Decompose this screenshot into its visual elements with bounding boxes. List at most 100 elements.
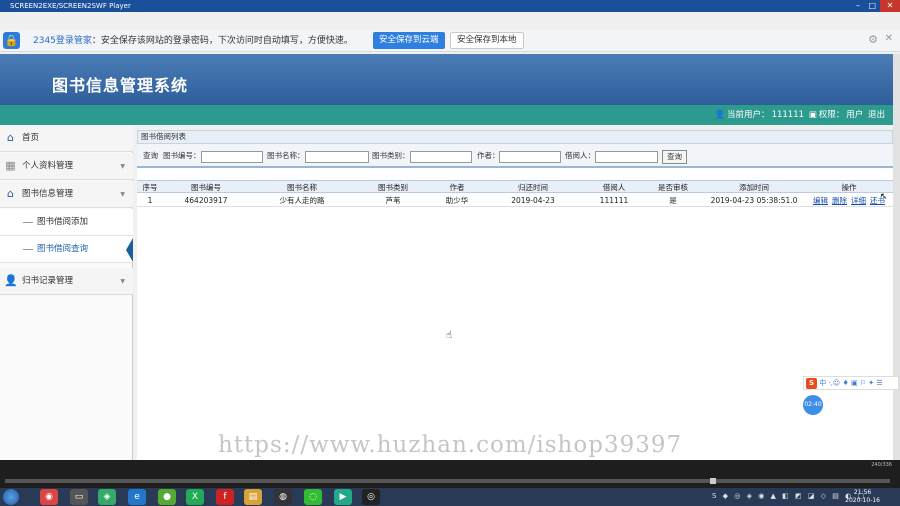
current-user-label: 当前用户： (727, 110, 770, 120)
ime-tool-icons[interactable]: ·,☺ ♦ ▣ ⚐ ✦ ☰ (828, 379, 882, 387)
active-indicator (126, 238, 133, 262)
column-header: 是否审核 (658, 183, 688, 192)
cell-audited: 是 (669, 196, 677, 205)
chevron-down-icon: ▼ (120, 191, 125, 198)
watermark: https://www.huzhan.com/ishop39397 (218, 432, 683, 458)
sidebar-item-borrow-query[interactable]: 图书借阅查询 (0, 236, 133, 263)
app-title: 图书信息管理系统 (52, 76, 189, 95)
player-controls: 240/336 (0, 460, 900, 488)
user-info-bar: 👤 当前用户： 111111 ▣ 权限： 用户 退出 (0, 105, 893, 125)
system-tray[interactable]: S ◆ ◎ ◈ ◉ ▲ ◧ ◩ ◪ ◇ ▤ ◐ ▢ (712, 492, 866, 500)
home-icon: ⌂ (7, 187, 14, 200)
borrower-label: 借阅人： (565, 151, 595, 160)
current-user: 111111 (771, 110, 805, 120)
sidebar-item-book-info[interactable]: ⌂ 图书信息管理 ▼ (0, 181, 133, 208)
role-label: 权限： (818, 110, 845, 120)
cell-actions: 编辑 删除 详细 还书 (807, 194, 891, 207)
page-scrollbar[interactable] (893, 54, 900, 460)
sogou-icon: S (806, 378, 817, 389)
save-to-local-button[interactable]: 安全保存到本地 (450, 32, 524, 49)
cell-return-time: 2019-04-23 (511, 196, 555, 205)
cell-added-time: 2019-04-23 05:38:51.0 (710, 196, 798, 205)
sidebar-item-personal[interactable]: ▦ 个人资料管理 ▼ (0, 153, 133, 180)
folder-icon[interactable]: ▤ (244, 489, 262, 505)
ime-mode[interactable]: 中 (819, 379, 826, 387)
save-to-cloud-button[interactable]: 安全保存到云端 (373, 32, 445, 49)
windows-taskbar: ◉ ▭ ◈ e ● X f ▤ ◍ ◌ ▶ ◎ S ◆ ◎ ◈ ◉ ▲ ◧ ◩ … (0, 488, 900, 506)
logout-link[interactable]: 退出 (868, 110, 885, 120)
book-no-label: 图书编号： (163, 151, 201, 160)
excel-icon[interactable]: X (186, 489, 204, 505)
user-icon: 👤 (4, 274, 18, 287)
qq-icon[interactable]: ◍ (274, 489, 292, 505)
minimize-button[interactable]: – (856, 0, 860, 12)
start-button[interactable] (3, 489, 19, 505)
search-button[interactable]: 查询 (662, 150, 687, 164)
cell-book-type: 芦苇 (385, 196, 401, 205)
chrome-icon[interactable]: ◉ (40, 489, 58, 505)
main-content: 图书借阅列表 查询 图书编号： 图书名称： 图书类别： 作者： 借阅人： 查询 … (137, 130, 893, 460)
borrower-input[interactable] (595, 151, 658, 163)
book-no-input[interactable] (201, 151, 263, 163)
close-icon[interactable]: ✕ (885, 33, 893, 44)
column-header: 图书编号 (191, 183, 221, 192)
role-value: 用户 (846, 110, 864, 120)
app-icon[interactable]: ◎ (362, 489, 380, 505)
column-header: 添加时间 (739, 183, 769, 192)
sidebar-item-borrow-add[interactable]: 图书借阅添加 (0, 209, 133, 236)
clock-date: 2020-10-16 (845, 497, 880, 504)
chevron-down-icon: ▼ (120, 163, 125, 170)
sidebar-item-return-records[interactable]: 👤 归书记录管理 ▼ (0, 268, 133, 295)
seek-bar[interactable] (5, 479, 890, 483)
app-icon[interactable]: ● (158, 489, 176, 505)
sidebar-item-home[interactable]: ⌂ 首页 (0, 125, 133, 152)
seek-handle[interactable] (710, 478, 716, 484)
search-bar: 查询 图书编号： 图书名称： 图书类别： 作者： 借阅人： 查询 (137, 144, 893, 168)
delete-link[interactable]: 删除 (832, 196, 847, 205)
pointer-icon: ☝ (446, 330, 453, 341)
author-label: 作者： (477, 151, 500, 160)
column-header: 图书名称 (287, 183, 317, 192)
cell-book-no: 464203917 (184, 196, 228, 205)
book-name-label: 图书名称： (267, 151, 305, 160)
column-header: 作者 (449, 183, 465, 192)
detail-link[interactable]: 详细 (851, 196, 866, 205)
home-icon: ⌂ (7, 131, 14, 144)
browser-icon[interactable]: e (128, 489, 146, 505)
recording-timer: 02:40 (803, 395, 823, 415)
cell-book-name: 少有人走的路 (279, 196, 325, 205)
sidebar: ⌂ 首页 ▦ 个人资料管理 ▼ ⌂ 图书信息管理 ▼ 图书借阅添加 图书借阅查询… (0, 125, 133, 460)
gear-icon[interactable]: ⚙ (868, 33, 878, 46)
app-icon[interactable]: ◈ (98, 489, 116, 505)
wechat-icon[interactable]: ◌ (304, 489, 322, 505)
table-header: 序号 图书编号 图书名称 图书类别 作者 归还时间 借阅人 是否审核 添加时间 … (137, 180, 893, 193)
grid-icon: ▦ (5, 159, 16, 172)
column-header: 图书类别 (378, 183, 408, 192)
user-icon: 👤 (714, 110, 726, 120)
password-manager-message: 2345登录管家：安全保存该网站的登录密码，下次访问时自动填写，方便快速。 (33, 36, 353, 46)
close-button[interactable]: ✕ (880, 0, 900, 12)
table-row: 1 464203917 少有人走的路 芦苇 助少华 2019-04-23 111… (137, 194, 893, 207)
ime-toolbar[interactable]: S 中 ·,☺ ♦ ▣ ⚐ ✦ ☰ (803, 376, 899, 390)
terminal-icon[interactable]: ▭ (70, 489, 88, 505)
edit-link[interactable]: 编辑 (813, 196, 828, 205)
column-header: 序号 (142, 183, 158, 192)
password-manager-brand[interactable]: 2345登录管家 (33, 36, 92, 46)
app-header: 图书信息管理系统 (0, 54, 893, 105)
player-time: 240/336 (871, 462, 892, 468)
column-header: 操作 (841, 183, 857, 192)
author-input[interactable] (499, 151, 561, 163)
book-type-label: 图书类别： (372, 151, 410, 160)
player-title-bar: SCREEN2EXE/SCREEN2SWF Player – □ ✕ (0, 0, 900, 12)
recorded-screen: 🔒 2345登录管家：安全保存该网站的登录密码，下次访问时自动填写，方便快速。 … (0, 12, 900, 460)
book-name-input[interactable] (305, 151, 369, 163)
cell-index: 1 (147, 196, 153, 205)
chevron-down-icon: ▼ (120, 278, 125, 285)
book-type-input[interactable] (410, 151, 472, 163)
cell-author: 助少华 (445, 196, 469, 205)
player-icon[interactable]: ▶ (334, 489, 352, 505)
password-manager-bar: 🔒 2345登录管家：安全保存该网站的登录密码，下次访问时自动填写，方便快速。 … (0, 30, 900, 52)
flash-icon[interactable]: f (216, 489, 234, 505)
clock: 21:56 2020-10-16 (845, 489, 880, 505)
maximize-button[interactable]: □ (868, 0, 876, 12)
